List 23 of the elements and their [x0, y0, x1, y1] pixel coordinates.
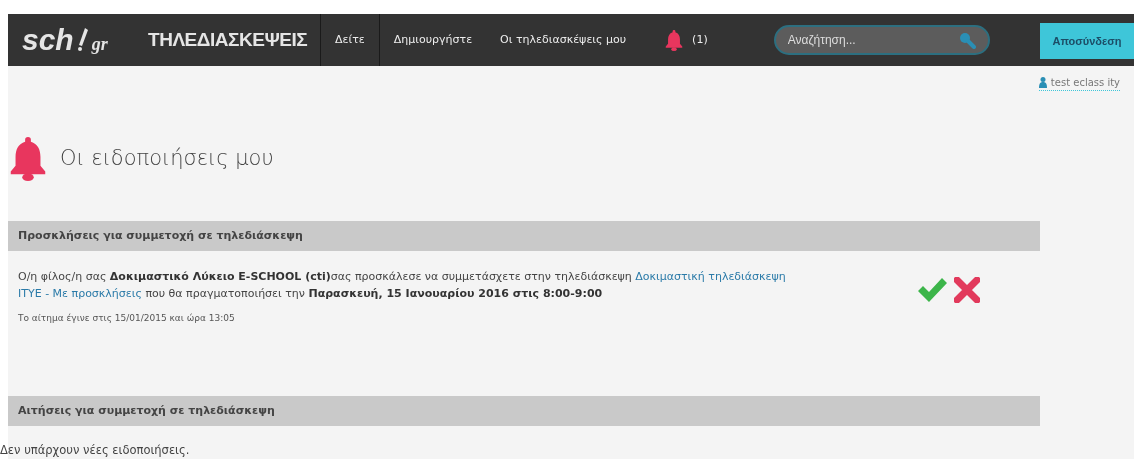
search-icon[interactable] [957, 31, 976, 50]
logo-text: gr [91, 35, 108, 54]
conference-link[interactable]: ΙΤΥΕ - Με προσκλήσεις [18, 287, 142, 301]
page-title: Οι ειδοποιήσεις μου [60, 144, 274, 172]
section-header: Αιτήσεις για συμμετοχή σε τηλεδιάσκεψη [18, 402, 275, 419]
logout-button[interactable]: Αποσύνδεση [1040, 23, 1134, 60]
bell-icon [664, 29, 685, 52]
invitation-message: Ο/η φίλος/η σας Δοκιμαστικό Λύκειο E-SCHOOL (cti)σας προσκάλεσε να συμμετάσχετε στην τηλεδιάσκεψη Δοκιμαστική τηλεδιάσκεψη ΙΤΥΕ - Με προσκλήσεις που θα πραγματοποιήσει την Παρασκευή, 15 Ιανουαρίου 2016 στις 8:00-9:00 [18, 269, 787, 303]
notifications-button[interactable]: (1) [664, 29, 708, 52]
user-icon [1038, 77, 1047, 89]
reject-icon[interactable] [954, 277, 980, 304]
nav-link[interactable]: Δημιουργήστε [379, 31, 487, 49]
nav-link[interactable]: Δείτε [321, 31, 379, 49]
user-link[interactable]: test eclass ity [1038, 75, 1120, 92]
section-header: Προσκλήσεις για συμμετοχή σε τηλεδιάσκεψη [18, 228, 303, 244]
bell-icon [8, 135, 48, 182]
nav-link[interactable]: Οι τηλεδιασκέψεις μου [486, 31, 641, 49]
logo-text: sch [22, 25, 74, 56]
search-field[interactable]: Αναζήτηση... [773, 25, 990, 56]
empty-message: Δεν υπάρχουν νέες ειδοποιήσεις. [0, 441, 191, 459]
site-title: ΤΗΛΕΔΙΑΣΚΕΨΕΙΣ [148, 27, 309, 52]
conference-link[interactable]: Δοκιμαστική τηλεδιάσκεψη [635, 270, 786, 284]
request-date: Το αίτημα έγινε στις 15/01/2015 και ώρα 13:05 [18, 312, 236, 326]
